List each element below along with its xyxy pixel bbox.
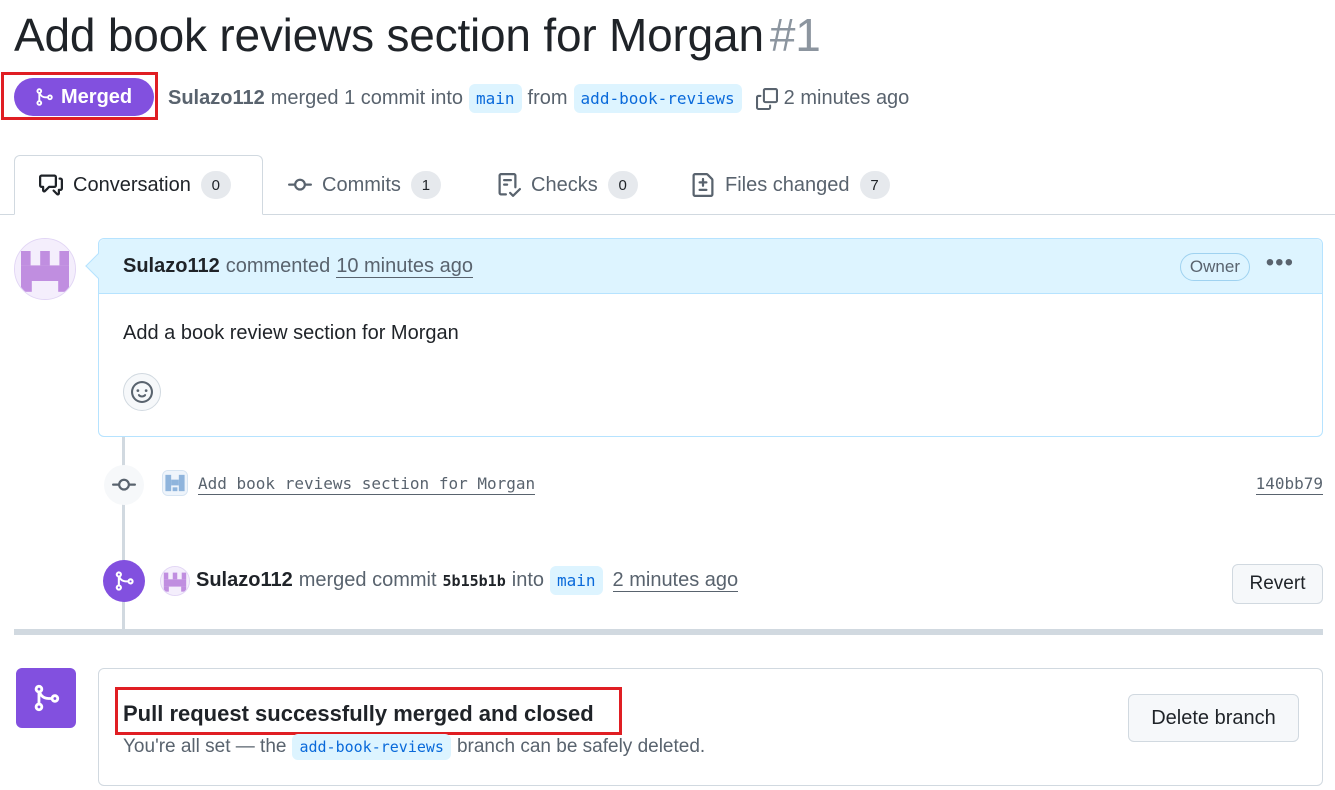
pr-tabs: Conversation 0 Commits 1 Checks 0 Files … [0, 155, 1335, 215]
tab-files-changed-count: 7 [859, 171, 890, 199]
pr-title-text: Add book reviews section for Morgan [14, 9, 764, 61]
tab-conversation-count: 0 [200, 171, 231, 199]
comment-action: commented [225, 254, 331, 277]
tab-commits-label: Commits [322, 173, 401, 196]
merge-target-branch[interactable]: main [550, 566, 603, 595]
git-merge-icon [34, 684, 60, 712]
merge-into-word: into [511, 569, 544, 591]
merge-action: merged commit [298, 569, 437, 591]
git-merge-icon [36, 88, 53, 106]
copy-icon[interactable] [755, 87, 778, 110]
git-commit-icon [288, 178, 312, 191]
commit-message-link[interactable]: Add book reviews section for Morgan [198, 474, 536, 495]
commit-sha-link[interactable]: 140bb79 [1255, 474, 1323, 495]
comment-author-link[interactable]: Sulazo112 [123, 255, 220, 278]
tab-conversation[interactable]: Conversation 0 [14, 155, 263, 215]
status-sub-after: branch can be safely deleted. [456, 736, 706, 757]
tab-checks[interactable]: Checks 0 [497, 155, 638, 215]
tab-files-changed-label: Files changed [725, 173, 850, 196]
comment-body: Add a book review section for Morgan [123, 322, 459, 344]
commit-author-avatar[interactable] [162, 470, 188, 496]
comment-header: Sulazo112 commented 10 minutes ago Owner… [99, 239, 1322, 294]
pr-merge-phrase: merged 1 commit into [270, 87, 464, 109]
pr-meta-text: Sulazo112 merged 1 commit into main from… [168, 84, 909, 113]
pr-meta-row: Merged Sulazo112 merged 1 commit into ma… [0, 72, 1335, 122]
status-branch-label[interactable]: add-book-reviews [292, 734, 451, 760]
base-branch-label[interactable]: main [469, 84, 522, 113]
identicon-avatar-icon [15, 239, 75, 299]
delete-branch-button[interactable]: Delete branch [1128, 694, 1299, 742]
git-commit-icon [112, 478, 136, 491]
merge-status-subtitle: You're all set — the add-book-reviews br… [123, 734, 705, 760]
comment-time-link[interactable]: 10 minutes ago [336, 255, 473, 278]
add-reaction-button[interactable] [123, 373, 161, 411]
tab-commits[interactable]: Commits 1 [288, 155, 441, 215]
head-branch-label[interactable]: add-book-reviews [573, 84, 742, 113]
git-merge-icon [115, 571, 134, 591]
merge-event-node [103, 560, 145, 602]
tab-commits-count: 1 [410, 171, 441, 199]
merged-state-badge: Merged [14, 78, 154, 116]
merged-state-label: Merged [61, 85, 133, 108]
revert-button[interactable]: Revert [1232, 564, 1323, 604]
comment-author-avatar[interactable] [14, 238, 76, 300]
merge-time-link[interactable]: 2 minutes ago [612, 569, 739, 592]
tab-checks-count: 0 [607, 171, 638, 199]
tab-files-changed[interactable]: Files changed 7 [691, 155, 890, 215]
comment-box: Sulazo112 commented 10 minutes ago Owner… [85, 238, 1323, 437]
from-word: from [527, 87, 568, 109]
tab-checks-label: Checks [531, 173, 598, 196]
merge-author-avatar[interactable] [160, 566, 190, 596]
merge-commit-sha-link[interactable]: 5b15b1b [443, 572, 506, 590]
merged-time: 2 minutes ago [783, 87, 910, 109]
identicon-avatar-icon [161, 567, 189, 595]
owner-badge: Owner [1179, 253, 1250, 281]
tab-conversation-label: Conversation [73, 173, 191, 196]
merged-status-icon-tile [16, 668, 76, 728]
merge-status-title: Pull request successfully merged and clo… [123, 701, 594, 726]
merge-author-link[interactable]: Sulazo112 [196, 569, 293, 592]
merge-status-box: Pull request successfully merged and clo… [98, 668, 1323, 786]
timeline-divider [14, 629, 1323, 635]
pr-author-link[interactable]: Sulazo112 [168, 87, 265, 110]
pr-title: Add book reviews section for Morgan #1 [14, 8, 821, 62]
smiley-icon [131, 381, 153, 403]
checklist-icon [498, 173, 521, 197]
pr-number: #1 [769, 9, 821, 61]
comment-discussion-icon [39, 174, 63, 196]
merge-event-text: Sulazo112 merged commit 5b15b1b into mai… [196, 566, 739, 595]
identicon-avatar-icon [163, 471, 187, 495]
file-diff-icon [692, 173, 714, 197]
commit-node [104, 465, 144, 505]
status-sub-before: You're all set — the [123, 736, 287, 757]
comment-menu-button[interactable]: ••• [1266, 249, 1294, 277]
